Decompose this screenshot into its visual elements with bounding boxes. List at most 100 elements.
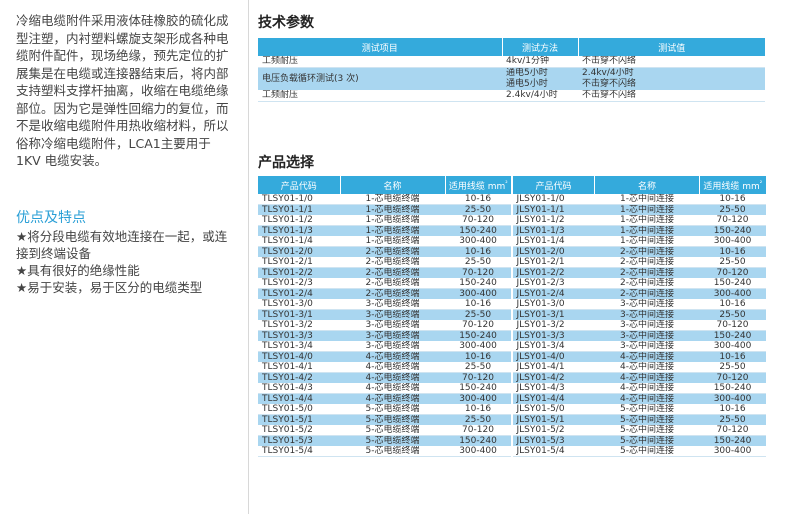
tech-cell: 通电5小时 通电5小时: [502, 67, 578, 90]
product-code: JLSY01-4/2: [512, 372, 595, 383]
product-code: TLSY01-5/1: [258, 414, 340, 425]
cable-size: 300-400: [445, 288, 511, 299]
product-code: TLSY01-4/4: [258, 393, 340, 404]
product-row: JLSY01-2/3 2-芯中间连接 150-240: [512, 278, 766, 289]
product-row: JLSY01-5/0 5-芯中间连接 10-16: [512, 404, 766, 415]
advantage-item: ★具有很好的绝缘性能: [16, 263, 140, 278]
intro-paragraph: 冷缩电缆附件采用液体硅橡胶的硫化成 型注塑，内衬塑料螺旋支架形成各种电 缆附件配…: [16, 12, 242, 170]
product-name: 5-芯中间连接: [594, 435, 700, 446]
product-row: TLSY01-1/3 1-芯电缆终端 150-240: [258, 225, 511, 236]
cable-size: 300-400: [445, 236, 511, 247]
cable-size: 70-120: [445, 372, 511, 383]
cable-size: 150-240: [445, 435, 511, 446]
product-code: JLSY01-5/0: [512, 404, 595, 415]
cable-size: 10-16: [445, 246, 511, 257]
product-code: JLSY01-4/3: [512, 383, 595, 394]
product-name: 1-芯电缆终端: [340, 215, 445, 226]
product-row: JLSY01-2/1 2-芯中间连接 25-50: [512, 257, 766, 268]
cable-size: 70-120: [445, 267, 511, 278]
advantage-item: 接到终端设备: [16, 246, 92, 261]
product-name: 2-芯电缆终端: [340, 288, 445, 299]
cable-size: 150-240: [699, 225, 766, 236]
product-row: JLSY01-3/3 3-芯中间连接 150-240: [512, 330, 766, 341]
product-code: TLSY01-5/0: [258, 404, 340, 415]
cable-size: 10-16: [699, 404, 766, 415]
product-code: JLSY01-3/4: [512, 341, 595, 352]
product-code: JLSY01-5/2: [512, 425, 595, 436]
cable-size: 150-240: [699, 383, 766, 394]
product-name: 2-芯中间连接: [594, 246, 700, 257]
product-name: 3-芯电缆终端: [340, 309, 445, 320]
product-row: JLSY01-4/1 4-芯中间连接 25-50: [512, 362, 766, 373]
product-code: TLSY01-1/0: [258, 194, 340, 205]
cable-size: 25-50: [699, 414, 766, 425]
col-header: 产品代码: [512, 176, 595, 194]
product-name: 2-芯中间连接: [594, 278, 700, 289]
tech-cell: 4kv/1分钟: [502, 56, 578, 68]
product-code: TLSY01-3/1: [258, 309, 340, 320]
cable-size: 10-16: [445, 351, 511, 362]
tech-subcell: 通电5小时: [506, 68, 548, 78]
product-name: 4-芯电缆终端: [340, 393, 445, 404]
product-name: 2-芯电缆终端: [340, 278, 445, 289]
intro-line: 不是收缩电缆附件用热收缩材料，所以: [16, 118, 229, 133]
tech-subcell: 不击穿不闪络: [582, 79, 637, 89]
product-code: TLSY01-1/4: [258, 236, 340, 247]
product-row: TLSY01-2/1 2-芯电缆终端 25-50: [258, 257, 511, 268]
tech-cell: 2.4kv/4小时 不击穿不闪络: [578, 67, 765, 90]
product-row: TLSY01-5/2 5-芯电缆终端 70-120: [258, 425, 511, 436]
product-row: TLSY01-1/0 1-芯电缆终端 10-16: [258, 194, 511, 205]
products-header-row: 产品代码 名称 适用线缆 mm²: [258, 176, 511, 194]
product-row: JLSY01-1/0 1-芯中间连接 10-16: [512, 194, 766, 205]
cable-size: 300-400: [445, 393, 511, 404]
product-row: JLSY01-5/2 5-芯中间连接 70-120: [512, 425, 766, 436]
product-name: 2-芯中间连接: [594, 288, 700, 299]
product-name: 1-芯电缆终端: [340, 194, 445, 205]
products-table-right: 产品代码 名称 适用线缆 mm² JLSY01-1/0 1-芯中间连接 10-16 J…: [512, 176, 766, 457]
products-header-row: 产品代码 名称 适用线缆 mm²: [512, 176, 766, 194]
tech-header-row: 测试项目 测试方法 测试值: [258, 38, 765, 56]
tech-subcell: 2.4kv/4小时: [582, 68, 634, 78]
product-row: TLSY01-5/3 5-芯电缆终端 150-240: [258, 435, 511, 446]
col-header: 适用线缆 mm²: [699, 176, 766, 194]
product-name: 4-芯电缆终端: [340, 372, 445, 383]
product-code: TLSY01-3/2: [258, 320, 340, 331]
product-row: TLSY01-3/4 3-芯电缆终端 300-400: [258, 341, 511, 352]
product-row: JLSY01-3/2 3-芯中间连接 70-120: [512, 320, 766, 331]
col-header: 名称: [339, 176, 445, 194]
tech-cell: 工频耐压: [258, 90, 502, 102]
product-row: TLSY01-4/4 4-芯电缆终端 300-400: [258, 393, 511, 404]
product-row: JLSY01-1/1 1-芯中间连接 25-50: [512, 204, 766, 215]
product-row: TLSY01-4/1 4-芯电缆终端 25-50: [258, 362, 511, 373]
products-table-left: 产品代码 名称 适用线缆 mm² TLSY01-1/0 1-芯电缆终端 10-16 T…: [258, 176, 511, 457]
product-name: 2-芯电缆终端: [340, 257, 445, 268]
product-row: TLSY01-1/1 1-芯电缆终端 25-50: [258, 204, 511, 215]
product-row: JLSY01-4/0 4-芯中间连接 10-16: [512, 351, 766, 362]
product-row: JLSY01-3/4 3-芯中间连接 300-400: [512, 341, 766, 352]
intro-line: 展集是在电缆或连接器结束后，将内部: [16, 65, 229, 81]
product-code: JLSY01-5/4: [512, 446, 595, 457]
product-code: JLSY01-2/0: [512, 246, 595, 257]
product-name: 5-芯中间连接: [594, 446, 700, 457]
product-code: JLSY01-1/1: [512, 204, 595, 215]
intro-line: 1KV 电缆安装。: [16, 153, 108, 168]
tech-cell: 不击穿不闪络: [578, 90, 765, 102]
col-header-sup: ²: [759, 179, 763, 187]
col-header: 适用线缆 mm²: [444, 176, 511, 194]
cable-size: 300-400: [699, 393, 766, 404]
cable-size: 70-120: [699, 425, 766, 436]
product-name: 3-芯中间连接: [594, 320, 700, 331]
product-row: TLSY01-2/4 2-芯电缆终端 300-400: [258, 288, 511, 299]
product-row: JLSY01-4/4 4-芯中间连接 300-400: [512, 393, 766, 404]
cable-size: 25-50: [445, 414, 511, 425]
product-row: JLSY01-5/4 5-芯中间连接 300-400: [512, 446, 766, 457]
product-name: 1-芯中间连接: [594, 225, 700, 236]
product-row: TLSY01-5/1 5-芯电缆终端 25-50: [258, 414, 511, 425]
product-row: JLSY01-4/2 4-芯中间连接 70-120: [512, 372, 766, 383]
cable-size: 10-16: [699, 246, 766, 257]
col-header-text: 适用线缆 mm: [703, 181, 760, 192]
product-row: TLSY01-3/1 3-芯电缆终端 25-50: [258, 309, 511, 320]
product-code: JLSY01-2/2: [512, 267, 595, 278]
product-code: TLSY01-1/1: [258, 204, 340, 215]
cable-size: 300-400: [445, 446, 511, 457]
